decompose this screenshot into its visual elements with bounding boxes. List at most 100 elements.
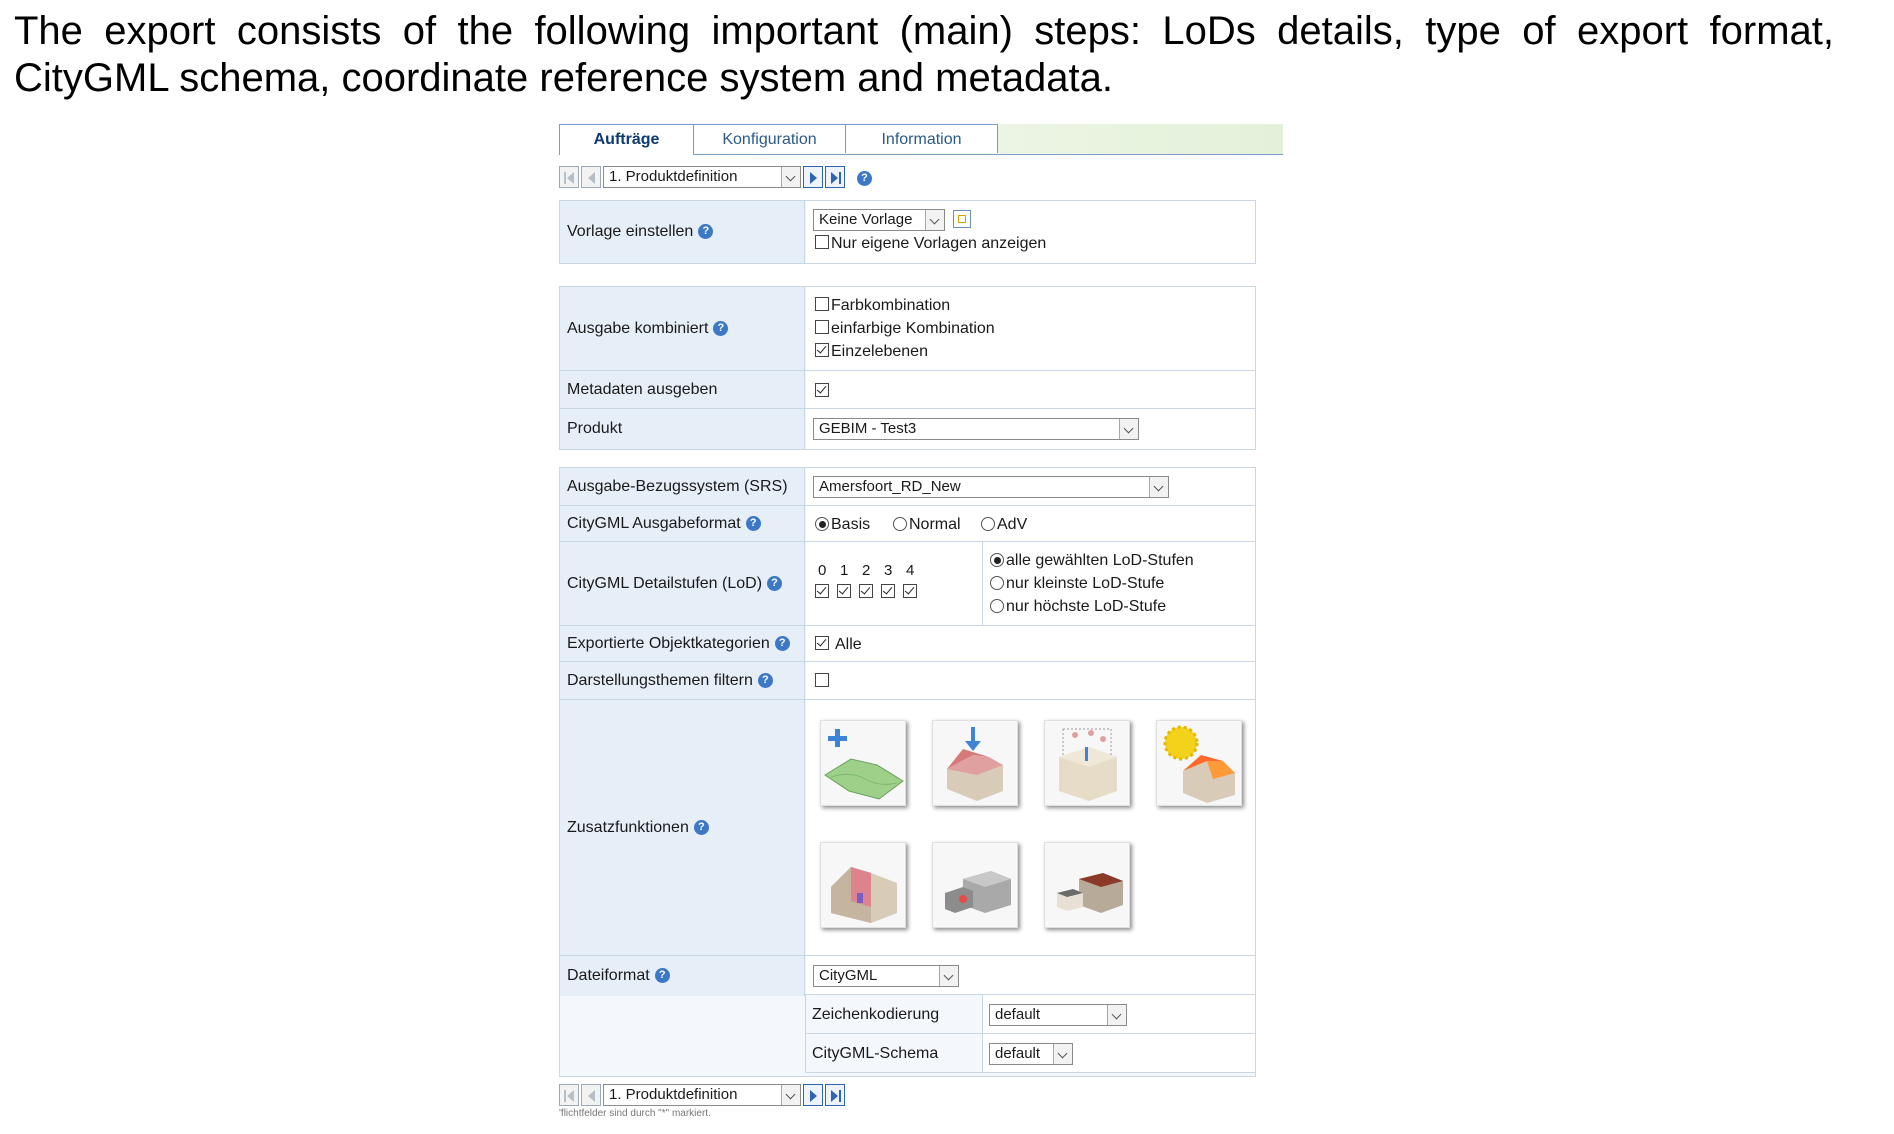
lod-2-label: 2 [862,562,871,579]
help-icon[interactable]: ? [757,672,773,688]
filter-themes-checkbox[interactable] [815,673,829,687]
template-manage-icon[interactable] [953,210,971,228]
step-select[interactable]: 1. Produktdefinition [603,1084,801,1106]
prev-step-button[interactable] [581,1084,601,1106]
chevron-down-icon [1053,1044,1072,1064]
encoding-select[interactable]: default [989,1004,1127,1026]
metadata-label: Metadaten ausgeben [567,380,718,398]
building-extrude-icon[interactable] [1044,720,1130,806]
first-step-button[interactable] [559,166,579,188]
export-form: Aufträge Konfiguration Information 1. Pr… [559,124,1283,1134]
last-icon [831,1090,838,1102]
first-icon [564,1090,566,1102]
help-icon[interactable]: ? [767,575,783,591]
einfarbige-kombination-label: einfarbige Kombination [831,320,995,337]
object-categories-checkbox[interactable] [815,636,829,650]
add-terrain-icon[interactable] [820,720,906,806]
lod-1-checkbox[interactable] [837,584,851,598]
lod-4-checkbox[interactable] [903,584,917,598]
next-icon [810,172,817,184]
caption-text: The export consists of the following imp… [14,9,1834,100]
chevron-down-icon [781,167,800,187]
lod-label: CityGML Detailstufen (LoD) [567,574,763,592]
first-step-button[interactable] [559,1084,579,1106]
tab-auftraege[interactable]: Aufträge [559,124,694,155]
lod-highest-radio[interactable] [990,599,1004,613]
help-icon[interactable]: ? [774,635,790,651]
last-step-button[interactable] [825,1084,845,1106]
facade-texture-icon[interactable] [820,842,906,928]
chevron-down-icon [1119,419,1138,439]
solar-building-icon[interactable] [1156,720,1242,806]
srs-select[interactable]: Amersfoort_RD_New [813,476,1169,498]
format-adv-radio[interactable] [981,517,995,531]
product-row: Produkt GEBIM - Test3 [560,409,1255,449]
format-basis-radio[interactable] [815,517,829,531]
template-label: Vorlage einstellen [567,223,694,240]
chevron-down-icon [925,210,944,230]
format-basis-label: Basis [831,516,871,533]
last-step-button[interactable] [825,166,845,188]
chevron-down-icon [939,966,958,986]
template-panel: Vorlage einstellen? Keine Vorlage Nur ei… [559,200,1256,264]
help-icon[interactable]: ? [654,968,670,984]
tab-konfiguration[interactable]: Konfiguration [693,124,846,153]
export-settings-panel: Ausgabe-Bezugssystem (SRS) Amersfoort_RD… [559,467,1256,1077]
own-templates-checkbox[interactable] [815,235,829,249]
einfarbige-kombination-checkbox[interactable] [815,320,829,334]
lod-4-label: 4 [906,562,915,579]
extras-row: Zusatzfunktionen? [560,700,1255,956]
next-step-button[interactable] [803,1084,823,1106]
lod-all-radio[interactable] [990,553,1004,567]
einzelebenen-label: Einzelebenen [831,343,928,360]
product-select[interactable]: GEBIM - Test3 [813,418,1139,440]
lod-smallest-label: nur kleinste LoD-Stufe [1006,575,1165,592]
help-icon[interactable]: ? [698,224,714,240]
help-icon[interactable]: ? [713,320,729,336]
help-icon[interactable]: ? [693,819,709,835]
format-adv-label: AdV [997,516,1028,533]
own-templates-label: Nur eigene Vorlagen anzeigen [831,235,1047,252]
encoding-label: Zeichenkodierung [812,1006,940,1023]
citygml-format-row: CityGML Ausgabeformat? Basis Normal AdV [560,506,1255,542]
metadata-checkbox[interactable] [815,383,829,397]
prev-icon [588,172,595,184]
farbkombination-checkbox[interactable] [815,297,829,311]
tab-information[interactable]: Information [845,124,998,153]
einzelebenen-checkbox[interactable] [815,343,829,357]
step-select[interactable]: 1. Produktdefinition [603,166,801,188]
building-block-icon[interactable] [932,842,1018,928]
prev-step-button[interactable] [581,166,601,188]
drape-roof-icon[interactable] [932,720,1018,806]
schema-select[interactable]: default [989,1043,1073,1065]
lod-3-label: 3 [884,562,893,579]
object-categories-row: Exportierte Objektkategorien? Alle [560,626,1255,662]
lod-0-checkbox[interactable] [815,584,829,598]
object-categories-label: Exportierte Objektkategorien [567,634,770,652]
file-format-row: Dateiformat? CityGML [560,956,1255,996]
file-format-select[interactable]: CityGML [813,965,959,987]
schema-label: CityGML-Schema [812,1045,939,1062]
template-row: Vorlage einstellen? Keine Vorlage Nur ei… [560,201,1255,263]
format-normal-radio[interactable] [893,517,907,531]
help-icon[interactable]: ? [745,515,761,531]
prev-icon [588,1090,595,1102]
building-simplify-icon[interactable] [1044,842,1130,928]
srs-label: Ausgabe-Bezugssystem (SRS) [567,477,788,495]
metadata-row: Metadaten ausgeben [560,371,1255,409]
next-step-button[interactable] [803,166,823,188]
lod-highest-label: nur höchste LoD-Stufe [1006,598,1167,615]
template-select[interactable]: Keine Vorlage [813,209,945,231]
tab-bar: Aufträge Konfiguration Information [559,124,1283,155]
schema-row: CityGML-Schema default [805,1033,1256,1073]
help-icon[interactable]: ? [857,171,872,186]
chevron-down-icon [781,1085,800,1105]
lod-smallest-radio[interactable] [990,576,1004,590]
encoding-row: Zeichenkodierung default [805,994,1256,1034]
product-label: Produkt [567,420,623,437]
output-panel: Ausgabe kombiniert? Farbkombination einf… [559,286,1256,450]
next-icon [810,1090,817,1102]
filter-themes-row: Darstellungsthemen filtern? [560,662,1255,700]
lod-2-checkbox[interactable] [859,584,873,598]
lod-3-checkbox[interactable] [881,584,895,598]
